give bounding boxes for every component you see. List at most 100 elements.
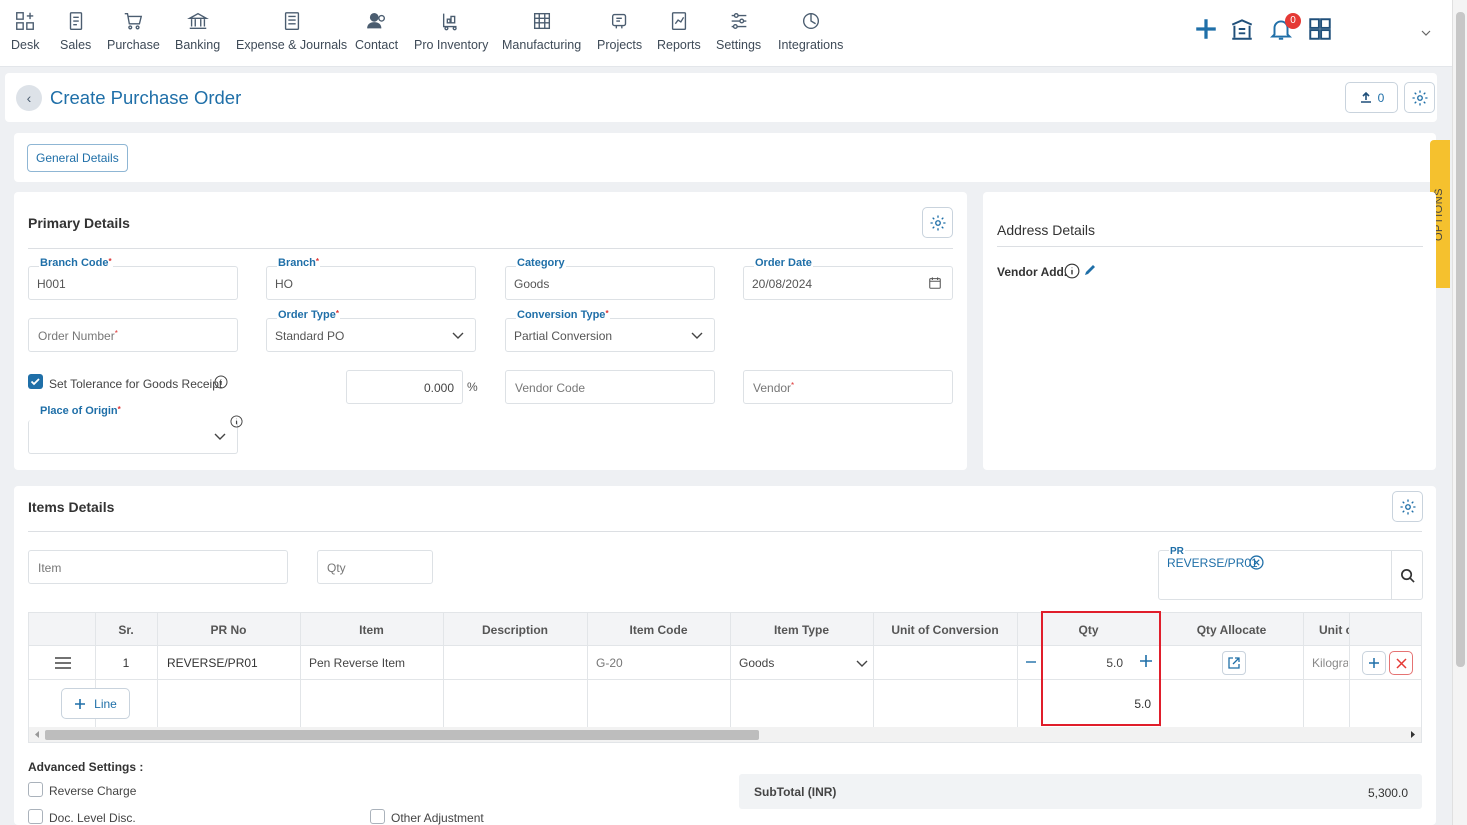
nav-projects[interactable]: Projects bbox=[597, 10, 642, 52]
divider bbox=[1391, 551, 1392, 599]
address-details-panel: Address Details Vendor Add. bbox=[983, 192, 1436, 470]
table-hscrollbar[interactable] bbox=[29, 727, 1421, 742]
scrollbar-thumb[interactable] bbox=[1456, 12, 1465, 667]
field-label: Order Type* bbox=[277, 309, 340, 321]
info-icon[interactable] bbox=[230, 415, 243, 428]
divider bbox=[28, 531, 1422, 532]
branch-button[interactable] bbox=[1229, 16, 1255, 45]
pr-filter-field[interactable]: PR REVERSE/PR01 bbox=[1158, 546, 1423, 600]
close-circle-icon[interactable] bbox=[1249, 555, 1264, 570]
field-placeholder: Qty bbox=[327, 561, 346, 575]
nav-banking[interactable]: Banking bbox=[175, 10, 220, 52]
calendar-icon[interactable] bbox=[928, 276, 942, 290]
subtotal-label: SubTotal (INR) bbox=[754, 785, 837, 799]
chevron-down-icon bbox=[691, 332, 703, 339]
page-scrollbar[interactable] bbox=[1452, 0, 1467, 825]
nav-expense-journals[interactable]: Expense & Journals bbox=[236, 10, 347, 52]
settings-sliders-icon bbox=[731, 12, 746, 30]
reverse-charge-checkbox[interactable] bbox=[28, 782, 43, 797]
conversion-type-select[interactable]: Conversion Type* Partial Conversion bbox=[505, 309, 715, 352]
allocate-button[interactable] bbox=[1222, 651, 1246, 675]
cell-pr-no: REVERSE/PR01 bbox=[167, 656, 258, 670]
col-item: Item bbox=[359, 623, 384, 637]
cell-sr: 1 bbox=[122, 656, 130, 670]
item-search-input[interactable]: Item bbox=[28, 550, 288, 584]
items-settings-button[interactable] bbox=[1392, 491, 1423, 522]
page-settings-button[interactable] bbox=[1404, 82, 1435, 113]
scroll-left-icon[interactable] bbox=[33, 730, 41, 739]
nav-reports[interactable]: Reports bbox=[657, 10, 701, 52]
order-number-field[interactable]: Order Number* bbox=[28, 318, 238, 352]
place-of-origin-select[interactable]: Place of Origin* bbox=[28, 405, 238, 454]
chevron-down-icon bbox=[856, 660, 868, 667]
col-qty-allocate: Qty Allocate bbox=[1196, 623, 1267, 637]
notifications-button[interactable]: 0 bbox=[1268, 13, 1301, 45]
quick-add-button[interactable] bbox=[1193, 16, 1219, 45]
tabs-panel: General Details bbox=[14, 133, 1436, 182]
qty-input[interactable]: Qty bbox=[317, 550, 433, 584]
cell-item: Pen Reverse Item bbox=[309, 656, 406, 670]
col-unit-conversion: Unit of Conversion bbox=[891, 623, 999, 637]
nav-label: Sales bbox=[60, 38, 92, 52]
search-icon[interactable] bbox=[1400, 568, 1415, 583]
tab-general-details[interactable]: General Details bbox=[27, 144, 128, 172]
scroll-right-icon[interactable] bbox=[1409, 730, 1417, 739]
chevron-left-icon: ‹ bbox=[26, 90, 32, 106]
back-button[interactable]: ‹ bbox=[16, 85, 42, 111]
add-row-button[interactable] bbox=[1362, 651, 1386, 675]
apps-grid-button[interactable] bbox=[1307, 16, 1333, 45]
upload-button[interactable]: 0 bbox=[1345, 82, 1398, 113]
integrations-icon bbox=[802, 12, 819, 30]
cart-icon bbox=[125, 12, 143, 30]
cell-item-type[interactable]: Goods bbox=[739, 656, 774, 670]
nav-purchase[interactable]: Purchase bbox=[107, 10, 160, 52]
other-adjustment-checkbox[interactable] bbox=[370, 809, 385, 824]
subtotal-row: SubTotal (INR) 5,300.0 bbox=[739, 774, 1422, 809]
pr-chip: REVERSE/PR01 bbox=[1167, 556, 1258, 570]
add-line-button[interactable]: Line bbox=[61, 688, 130, 719]
branch-field[interactable]: Branch* HO bbox=[266, 257, 476, 300]
info-icon[interactable] bbox=[1064, 263, 1080, 279]
nav-manufacturing[interactable]: Manufacturing bbox=[502, 10, 581, 52]
field-label: Branch* bbox=[277, 257, 321, 269]
scrollbar-thumb[interactable] bbox=[45, 730, 759, 740]
profile-dropdown[interactable] bbox=[1420, 27, 1432, 42]
order-date-field[interactable]: Order Date 20/08/2024 bbox=[743, 257, 953, 300]
nav-settings[interactable]: Settings bbox=[716, 10, 761, 52]
tolerance-label: Set Tolerance for Goods Receipt bbox=[49, 377, 223, 391]
vendor-field[interactable]: Vendor* bbox=[743, 370, 953, 404]
subtotal-value: 5,300.0 bbox=[1367, 786, 1408, 800]
nav-desk[interactable]: Desk bbox=[11, 10, 39, 52]
nav-label: Contact bbox=[355, 38, 399, 52]
field-label: Place of Origin* bbox=[39, 405, 122, 417]
doc-level-disc-checkbox[interactable] bbox=[28, 809, 43, 824]
minus-icon[interactable] bbox=[1025, 655, 1037, 669]
nav-pro-inventory[interactable]: Pro Inventory bbox=[414, 10, 488, 52]
sales-icon bbox=[69, 12, 82, 30]
desk-icon bbox=[16, 12, 35, 30]
field-label: Category bbox=[516, 257, 566, 269]
nav-integrations[interactable]: Integrations bbox=[778, 10, 843, 52]
drag-handle-icon[interactable] bbox=[54, 656, 72, 670]
divider bbox=[997, 246, 1423, 247]
primary-settings-button[interactable] bbox=[922, 207, 953, 238]
branch-code-field[interactable]: Branch Code* H001 bbox=[28, 257, 238, 300]
order-type-select[interactable]: Order Type* Standard PO bbox=[266, 309, 476, 352]
tolerance-checkbox[interactable] bbox=[28, 374, 43, 389]
tolerance-percent-input[interactable]: 0.000 bbox=[346, 370, 463, 404]
grid-icon bbox=[1309, 18, 1331, 40]
qty-highlight-box bbox=[1041, 611, 1161, 726]
nav-label: Purchase bbox=[107, 38, 160, 52]
notification-badge: 0 bbox=[1285, 13, 1301, 29]
gear-icon bbox=[1400, 499, 1415, 514]
nav-sales[interactable]: Sales bbox=[60, 10, 91, 52]
chevron-down-icon bbox=[214, 433, 226, 440]
edit-pencil-icon[interactable] bbox=[1083, 263, 1097, 277]
info-icon[interactable] bbox=[214, 375, 228, 389]
nav-contact[interactable]: Contact bbox=[355, 10, 398, 52]
vendor-code-field[interactable]: Vendor Code bbox=[505, 370, 715, 404]
external-link-icon bbox=[1228, 657, 1240, 669]
delete-row-button[interactable] bbox=[1389, 651, 1413, 675]
chevron-down-icon bbox=[452, 332, 464, 339]
category-field[interactable]: Category Goods bbox=[505, 257, 715, 300]
